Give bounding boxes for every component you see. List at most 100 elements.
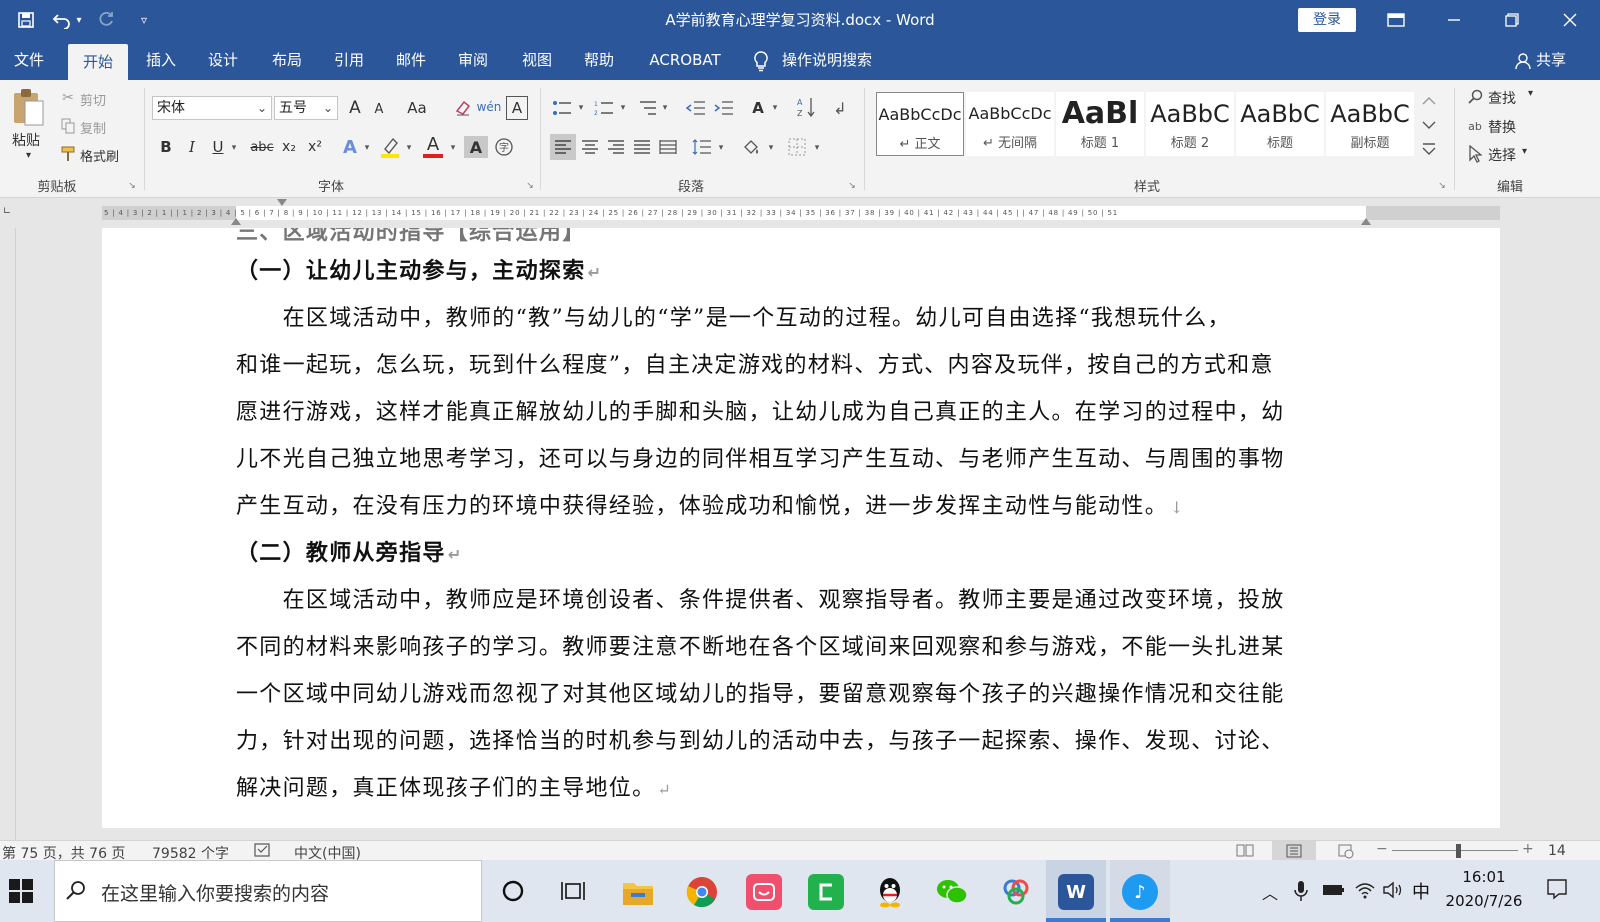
- ime-indicator[interactable]: 中: [1412, 878, 1430, 904]
- share-button[interactable]: 共享: [1536, 40, 1576, 80]
- tab-selector-icon[interactable]: ∟: [0, 206, 14, 220]
- wechat-icon[interactable]: [934, 874, 970, 910]
- chevron-down-icon[interactable]: ▾: [362, 138, 372, 158]
- format-painter-label[interactable]: 格式刷: [80, 146, 119, 165]
- highlight-icon[interactable]: [378, 134, 402, 160]
- vertical-ruler[interactable]: [0, 228, 16, 840]
- search-icon[interactable]: [1466, 88, 1484, 106]
- proofing-icon[interactable]: [254, 843, 272, 859]
- align-right-button[interactable]: [604, 134, 628, 160]
- replace-icon[interactable]: ab: [1464, 116, 1486, 136]
- pink-app-icon[interactable]: [746, 874, 782, 910]
- paragraph-line[interactable]: 不同的材料来影响孩子的学习。教师要注意不断地在各个区域间来回观察和参与游戏，不能…: [236, 629, 1287, 661]
- task-view-icon[interactable]: [558, 876, 588, 906]
- copy-icon[interactable]: [58, 116, 78, 136]
- undo-icon[interactable]: [50, 8, 74, 32]
- minimize-icon[interactable]: [1442, 8, 1466, 32]
- italic-button[interactable]: I: [182, 136, 202, 158]
- tab-insert[interactable]: 插入: [136, 40, 186, 80]
- tell-me-search[interactable]: 操作说明搜索: [782, 40, 892, 80]
- zoom-out-icon[interactable]: −: [1376, 841, 1388, 857]
- bold-button[interactable]: B: [156, 136, 176, 158]
- select-icon[interactable]: [1466, 144, 1484, 164]
- chevron-down-icon[interactable]: ▾: [228, 138, 240, 158]
- enclose-circle-icon[interactable]: 字: [492, 136, 516, 158]
- clock-time[interactable]: 16:01: [1444, 868, 1524, 886]
- phonetic-guide-icon[interactable]: wén: [477, 94, 502, 120]
- chevron-down-icon[interactable]: ▾: [1522, 146, 1527, 157]
- section-heading[interactable]: （二）教师从旁指导 ↵: [236, 535, 462, 567]
- web-layout-icon[interactable]: [1338, 843, 1356, 859]
- align-center-button[interactable]: [578, 134, 602, 160]
- login-button[interactable]: 登录: [1298, 8, 1356, 32]
- numbering-icon[interactable]: 12: [592, 96, 616, 120]
- paragraph-line[interactable]: 愿进行游戏，这样才能真正解放幼儿的手脚和头脑，让幼儿成为自己真正的主人。在学习的…: [236, 394, 1287, 426]
- qq-icon[interactable]: [872, 874, 908, 910]
- chevron-down-icon[interactable]: ▾: [618, 98, 628, 118]
- grow-font-icon[interactable]: A: [344, 96, 366, 120]
- chevron-down-icon[interactable]: ▾: [660, 98, 670, 118]
- horizontal-ruler[interactable]: ∟ 5 | 4 | 3 | 2 | 1 | | 1 | 2 | 3 | 4 | …: [0, 198, 1600, 228]
- tab-view[interactable]: 视图: [512, 40, 562, 80]
- select-label[interactable]: 选择: [1488, 145, 1516, 165]
- shading-icon[interactable]: [738, 134, 764, 160]
- restore-icon[interactable]: [1500, 8, 1524, 32]
- multilevel-list-icon[interactable]: [636, 96, 660, 120]
- increase-indent-icon[interactable]: [712, 96, 736, 120]
- ribbon-display-options-icon[interactable]: [1384, 8, 1408, 32]
- chevron-down-icon[interactable]: ▾: [448, 138, 458, 158]
- superscript-button[interactable]: x²: [304, 136, 326, 158]
- tab-references[interactable]: 引用: [324, 40, 374, 80]
- font-launcher-icon[interactable]: ↘: [524, 180, 536, 192]
- battery-icon[interactable]: [1322, 882, 1346, 900]
- justify-button[interactable]: [630, 134, 654, 160]
- paste-dropdown-icon[interactable]: ▾: [26, 150, 31, 161]
- decrease-indent-icon[interactable]: [684, 96, 708, 120]
- microphone-icon[interactable]: [1294, 880, 1310, 902]
- style-no-spacing[interactable]: AaBbCcDc ↵ 无间隔: [966, 92, 1054, 156]
- windows-start-icon[interactable]: [8, 878, 36, 906]
- styles-launcher-icon[interactable]: ↘: [1436, 180, 1448, 192]
- customize-qat-icon[interactable]: ▿: [132, 8, 156, 32]
- line-spacing-icon[interactable]: [690, 134, 714, 160]
- print-layout-button[interactable]: [1272, 841, 1316, 861]
- distributed-button[interactable]: [656, 134, 680, 160]
- style-normal[interactable]: AaBbCcDc ↵ 正文: [876, 92, 964, 156]
- text-effects-icon[interactable]: A: [338, 136, 362, 158]
- word-taskbar-button[interactable]: W: [1046, 860, 1106, 922]
- file-explorer-icon[interactable]: [620, 874, 656, 910]
- sort-icon[interactable]: AZ: [794, 94, 818, 120]
- paragraph-line[interactable]: 儿不光自己独立地思考学习，还可以与身边的同伴相互学习产生互动、与老师产生互动、与…: [236, 441, 1287, 473]
- paragraph-launcher-icon[interactable]: ↘: [846, 180, 858, 192]
- paste-icon[interactable]: [8, 86, 48, 128]
- zoom-slider[interactable]: [1392, 850, 1518, 851]
- style-heading-2[interactable]: AaBbC 标题 2: [1146, 92, 1234, 156]
- format-painter-icon[interactable]: [58, 144, 78, 164]
- show-hidden-icons-icon[interactable]: ︿: [1262, 880, 1278, 904]
- colorful-app-icon[interactable]: [998, 874, 1034, 910]
- copy-label[interactable]: 复制: [80, 118, 106, 137]
- clock-date[interactable]: 2020/7/26: [1440, 892, 1528, 910]
- styles-more-icon[interactable]: [1418, 138, 1440, 160]
- paragraph-line[interactable]: 产生互动，在没有压力的环境中获得经验，体验成功和愉悦，进一步发挥主动性与能动性。…: [236, 488, 1185, 520]
- strikethrough-button[interactable]: abc: [248, 136, 276, 158]
- font-color-icon[interactable]: A: [420, 134, 446, 160]
- tab-design[interactable]: 设计: [198, 40, 248, 80]
- close-icon[interactable]: [1558, 8, 1582, 32]
- paragraph-line[interactable]: 一个区域中同幼儿游戏而忽视了对其他区域幼儿的指导，要留意观察每个孩子的兴趣操作情…: [236, 676, 1287, 708]
- read-mode-icon[interactable]: [1236, 843, 1254, 859]
- find-label[interactable]: 查找: [1488, 88, 1516, 108]
- paragraph-line[interactable]: 和谁一起玩，怎么玩，玩到什么程度”，自主决定游戏的材料、方式、内容及玩伴，按自己…: [236, 347, 1276, 379]
- style-subtitle[interactable]: AaBbC 副标题: [1326, 92, 1414, 156]
- volume-icon[interactable]: [1382, 880, 1404, 902]
- underline-button[interactable]: U: [208, 136, 228, 158]
- cortana-icon[interactable]: [498, 876, 528, 906]
- show-marks-icon[interactable]: ↲: [828, 96, 852, 120]
- shrink-font-icon[interactable]: A: [368, 98, 390, 120]
- clear-formatting-icon[interactable]: [452, 96, 474, 120]
- green-app-icon[interactable]: [808, 874, 844, 910]
- style-heading-1[interactable]: AaBl 标题 1: [1056, 92, 1144, 156]
- zoom-slider-thumb[interactable]: [1456, 844, 1461, 858]
- cut-icon[interactable]: ✂: [58, 88, 78, 108]
- chevron-down-icon[interactable]: ▾: [404, 138, 414, 158]
